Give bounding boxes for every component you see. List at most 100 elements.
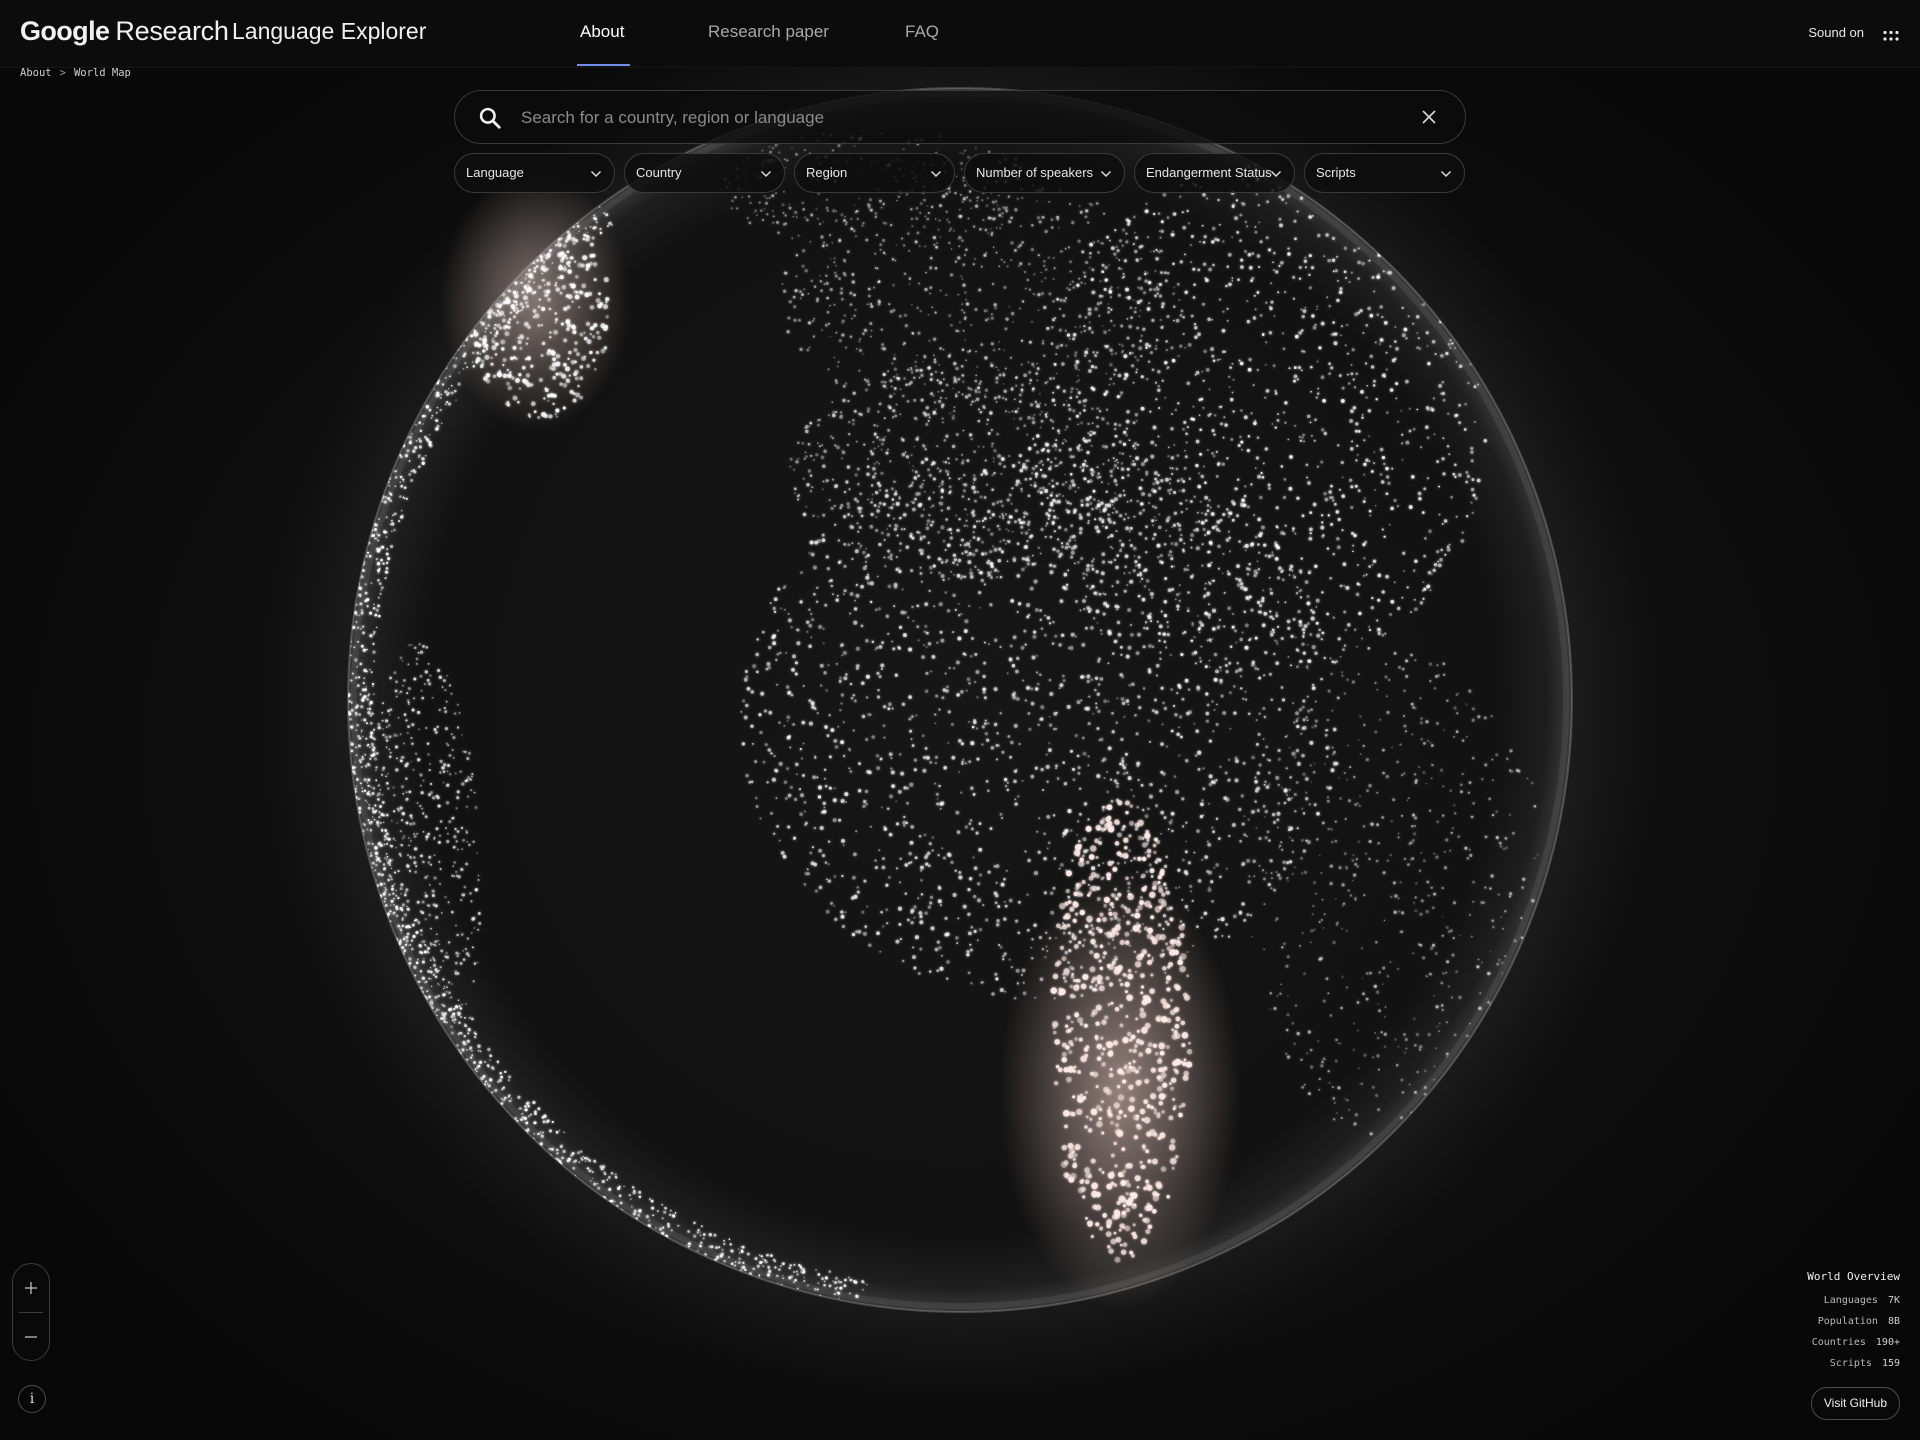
language-dot (1056, 297, 1060, 301)
language-dot (1213, 433, 1216, 436)
language-dot (1214, 678, 1217, 681)
language-dot (945, 518, 948, 521)
language-dot (1226, 457, 1229, 460)
language-dot (996, 732, 999, 735)
language-dot (1253, 421, 1257, 426)
language-dot (956, 830, 961, 834)
language-dot (800, 571, 803, 575)
language-dot (1051, 318, 1056, 322)
language-dot (1041, 948, 1044, 951)
language-dot (1458, 421, 1462, 425)
language-dot (1084, 1090, 1089, 1095)
language-dot (1240, 794, 1244, 798)
language-dot (1231, 362, 1234, 365)
language-dot (1157, 923, 1162, 927)
language-dot (1047, 256, 1051, 259)
language-dot (1158, 486, 1162, 490)
language-dot (1343, 644, 1347, 647)
language-dot (987, 571, 991, 575)
language-dot (1348, 478, 1353, 482)
language-dot (945, 689, 949, 693)
globe-map[interactable] (0, 0, 1920, 1440)
language-dot (1132, 569, 1136, 573)
language-dot (1196, 685, 1200, 690)
language-dot (922, 508, 926, 511)
language-dot (1135, 419, 1138, 422)
language-dot (1048, 467, 1052, 471)
language-dot (1194, 754, 1198, 757)
language-dot (1314, 719, 1318, 723)
language-dots (348, 130, 1539, 1299)
language-dot (1477, 383, 1480, 386)
language-dot (898, 922, 902, 926)
language-dot (1124, 1199, 1128, 1203)
language-dot (1085, 584, 1089, 588)
language-dot (1134, 412, 1139, 417)
language-dot (1157, 474, 1160, 477)
language-dot (1067, 895, 1071, 899)
language-dot (914, 360, 917, 363)
language-dot (1031, 472, 1034, 475)
language-dot (942, 856, 946, 860)
language-dot (1148, 302, 1151, 305)
language-dot (1023, 515, 1026, 519)
language-dot (875, 646, 879, 650)
language-dot (1066, 501, 1070, 505)
language-dot (1048, 292, 1052, 296)
language-dot (1062, 976, 1066, 980)
language-dot (887, 370, 889, 372)
language-dot (1359, 309, 1363, 313)
language-dot (1250, 278, 1254, 281)
language-dot (1061, 956, 1067, 962)
globe-canvas[interactable] (0, 0, 1920, 1440)
language-dot (1049, 891, 1054, 895)
language-dot (1170, 232, 1175, 237)
language-dot (1247, 597, 1250, 601)
language-dot (1297, 366, 1301, 370)
language-dot (1274, 543, 1279, 548)
language-dot (1067, 809, 1072, 814)
language-dot (1178, 298, 1181, 302)
language-dot (1133, 1203, 1137, 1207)
language-dot (1427, 362, 1431, 366)
language-dot (844, 792, 849, 797)
language-dot (951, 444, 956, 449)
language-dot (743, 715, 748, 720)
language-dot (1072, 995, 1076, 999)
language-dot (1145, 1149, 1149, 1154)
language-dot (1175, 887, 1177, 889)
language-dot (1052, 973, 1059, 980)
language-dot (1200, 645, 1203, 648)
language-dot (745, 703, 749, 708)
language-dot (997, 558, 1002, 563)
language-dot (1119, 762, 1122, 766)
language-dot (826, 266, 829, 268)
language-dot (1112, 652, 1115, 655)
language-dot (1125, 240, 1129, 244)
language-dot (1163, 542, 1167, 546)
language-dot (1016, 656, 1020, 661)
language-dot (1098, 517, 1103, 521)
language-dot (1091, 866, 1096, 871)
language-dot (1371, 276, 1375, 279)
language-dot (1000, 258, 1003, 261)
language-dot (801, 264, 805, 268)
language-dot (1099, 1108, 1103, 1112)
language-dot (939, 802, 943, 806)
language-dot (1176, 608, 1179, 611)
language-dot (1350, 271, 1353, 274)
language-dot (1136, 1123, 1140, 1128)
language-dot (893, 367, 897, 371)
language-dot (1170, 729, 1174, 733)
language-dot (1059, 988, 1066, 996)
language-dot (925, 853, 929, 857)
language-dot (787, 612, 790, 615)
language-dot (990, 746, 995, 750)
language-dot (1168, 820, 1173, 825)
language-dot (1269, 305, 1272, 308)
language-dot (1130, 929, 1133, 932)
language-dot (981, 472, 984, 475)
language-dot (970, 786, 974, 790)
language-dot (1244, 698, 1248, 701)
language-dot (838, 277, 841, 280)
